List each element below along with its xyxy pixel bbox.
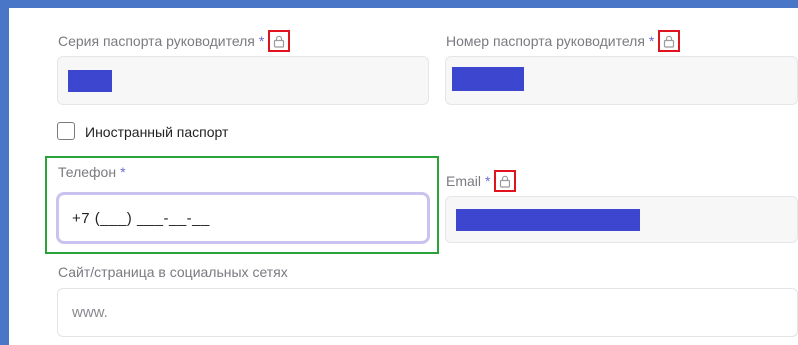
lock-icon — [268, 30, 291, 52]
website-label: Сайт/страница в социальных сетях — [58, 264, 288, 280]
email-field[interactable] — [445, 196, 798, 243]
passport-number-field[interactable] — [445, 56, 798, 105]
foreign-passport-label: Иностранный паспорт — [85, 124, 229, 140]
lock-icon — [494, 170, 517, 192]
passport-series-label: Серия паспорта руководителя * — [58, 30, 291, 52]
passport-series-field[interactable] — [57, 56, 429, 105]
phone-label: Телефон * — [58, 164, 126, 180]
redacted-value — [452, 67, 524, 91]
email-label: Email * — [446, 170, 517, 192]
passport-number-label: Номер паспорта руководителя * — [446, 30, 681, 52]
window-frame-top — [0, 0, 798, 8]
lock-icon — [658, 30, 681, 52]
website-input[interactable]: www. — [57, 288, 798, 337]
foreign-passport-checkbox[interactable] — [57, 122, 75, 140]
window-frame-left — [0, 0, 9, 345]
redacted-value — [456, 209, 640, 231]
phone-input[interactable]: +7 (___) ___-__-__ — [56, 192, 430, 244]
redacted-value — [68, 70, 112, 92]
